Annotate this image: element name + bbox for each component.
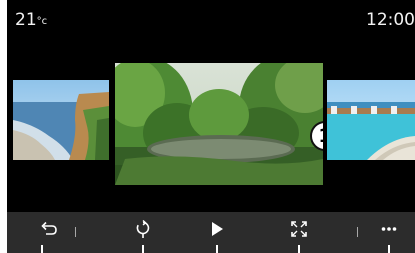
more-dots-icon bbox=[381, 227, 397, 231]
coastline-photo bbox=[13, 80, 109, 160]
callout-line bbox=[216, 245, 218, 253]
temperature-unit: °c bbox=[36, 16, 48, 27]
outside-temperature: 21°c bbox=[15, 10, 47, 30]
park-pond-photo bbox=[115, 63, 323, 185]
fullscreen-button[interactable] bbox=[279, 212, 319, 246]
callout-line bbox=[41, 245, 43, 253]
status-bar: 21°c 12:00 bbox=[7, 0, 415, 40]
pool-photo bbox=[327, 80, 415, 160]
back-button[interactable] bbox=[29, 212, 69, 246]
rotate-icon bbox=[136, 220, 150, 238]
play-button[interactable] bbox=[197, 212, 237, 246]
callout-line bbox=[298, 245, 300, 253]
callout-line bbox=[142, 245, 144, 253]
back-arrow-icon bbox=[41, 221, 57, 235]
photo-carousel: 1 bbox=[7, 40, 415, 210]
media-toolbar bbox=[7, 212, 415, 253]
multimedia-screen: 21°c 12:00 bbox=[7, 0, 415, 253]
photo-thumbnail-next[interactable] bbox=[327, 80, 415, 160]
rotate-button[interactable] bbox=[123, 212, 163, 246]
callout-line bbox=[388, 245, 390, 253]
fullscreen-icon bbox=[291, 221, 307, 237]
photo-thumbnail-previous[interactable] bbox=[13, 80, 109, 160]
temperature-value: 21 bbox=[15, 10, 37, 30]
toolbar-separator bbox=[75, 227, 76, 237]
toolbar-separator bbox=[357, 227, 358, 237]
more-options-button[interactable] bbox=[369, 212, 409, 246]
photo-thumbnail-selected[interactable]: 1 bbox=[115, 63, 323, 185]
play-icon bbox=[212, 222, 223, 236]
clock: 12:00 bbox=[366, 10, 415, 30]
